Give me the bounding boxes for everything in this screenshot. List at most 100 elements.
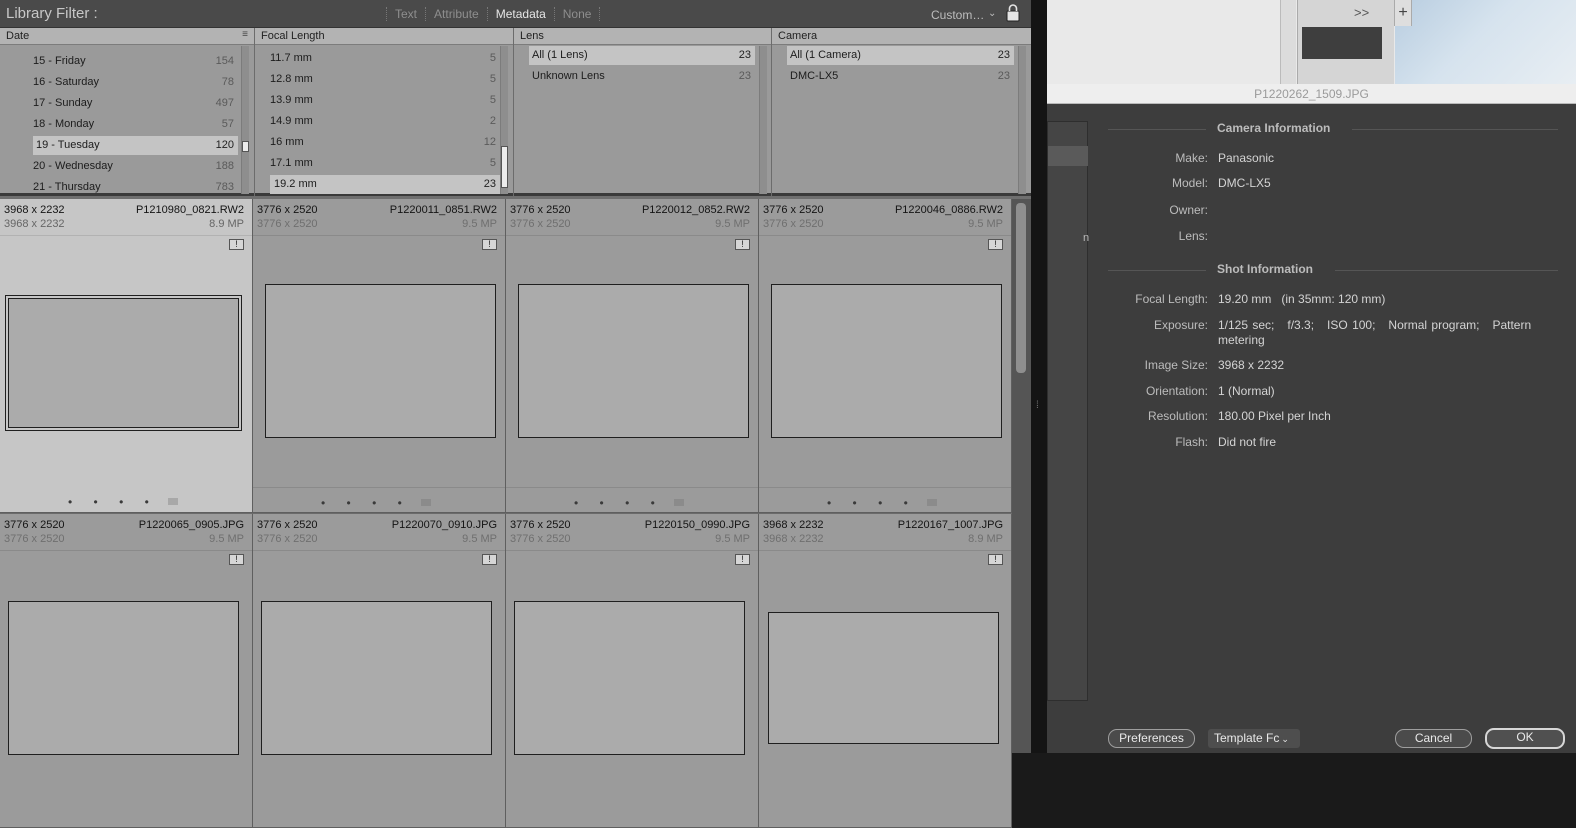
template-select[interactable]: Template Fc ⌄ — [1208, 729, 1300, 748]
lens-header-label: Lens — [520, 30, 544, 42]
filter-preset-dropdown[interactable]: Custom… — [931, 8, 984, 22]
warning-badge-icon[interactable]: ! — [735, 554, 750, 565]
tab-overflow-icon[interactable]: >> — [1354, 5, 1369, 20]
exposure-value: 1/125 sec; f/3.3; ISO 100; Normal progra… — [1218, 318, 1536, 347]
focal-row-selected[interactable]: 19.2 mm 23 — [270, 175, 500, 194]
warning-badge-icon[interactable]: ! — [988, 554, 1003, 565]
date-row[interactable]: 17 - Sunday 497 — [33, 94, 238, 113]
warning-badge-icon[interactable]: ! — [482, 239, 497, 250]
preferences-button[interactable]: Preferences — [1108, 729, 1195, 748]
cancel-button[interactable]: Cancel — [1395, 729, 1472, 748]
thumbnail-footer: • • • • • — [759, 487, 1011, 511]
warning-badge-icon[interactable]: ! — [988, 239, 1003, 250]
background-browser-strip: >> + — [1047, 0, 1576, 84]
camera-column: Camera All (1 Camera) 23 DMC-LX5 23 — [772, 28, 1031, 196]
date-row[interactable]: 15 - Friday 154 — [33, 52, 238, 71]
photo-thumbnail[interactable] — [768, 612, 999, 744]
focal-row[interactable]: 17.1 mm 5 — [270, 154, 500, 173]
lock-icon[interactable] — [1006, 4, 1020, 22]
camera-row-selected[interactable]: All (1 Camera) 23 — [787, 46, 1014, 65]
focal-length-column: Focal Length 11.7 mm 5 12.8 mm 5 13.9 mm 5 … — [255, 28, 514, 196]
date-row[interactable]: 21 - Thursday 783 — [33, 178, 238, 197]
warning-badge-icon[interactable]: ! — [735, 239, 750, 250]
photo-thumbnail[interactable] — [261, 601, 492, 755]
grid-scroll-thumb[interactable] — [1016, 203, 1026, 373]
focal-scrollbar[interactable] — [500, 46, 508, 194]
date-scroll-thumb[interactable] — [242, 141, 249, 152]
thumbnail-footer: • • • • • — [68, 495, 184, 509]
camera-column-header[interactable]: Camera — [772, 28, 1031, 45]
library-window: Library Filter : Text Attribute Metadata… — [0, 0, 1031, 828]
focal-scroll-thumb[interactable] — [501, 146, 508, 188]
photo-thumbnail[interactable] — [514, 601, 745, 755]
ok-button[interactable]: OK — [1485, 728, 1565, 749]
date-row[interactable]: 18 - Monday 57 — [33, 115, 238, 134]
camera-info-heading: Camera Information — [1217, 121, 1331, 135]
flash-value: Did not fire — [1218, 435, 1277, 449]
grid-cell[interactable]: 3776 x 2520 P1220012_0852.RW2 3776 x 2520… — [506, 199, 759, 513]
date-row-selected[interactable]: 19 - Tuesday 120 — [33, 136, 238, 155]
focal-row[interactable]: 16 mm 12 — [270, 133, 500, 152]
info-window: >> + P1220262_1509.JPG n Camera Informat… — [1047, 0, 1576, 753]
chevron-down-icon[interactable]: ⌄ — [988, 8, 996, 19]
grid-cell[interactable]: 3776 x 2520 P1220150_0990.JPG 3776 x 2520… — [506, 514, 759, 828]
lens-row-selected[interactable]: All (1 Lens) 23 — [529, 46, 755, 65]
photo-thumbnail[interactable] — [771, 284, 1002, 438]
focal-row[interactable]: 13.9 mm 5 — [270, 91, 500, 110]
lens-column-header[interactable]: Lens — [514, 28, 771, 45]
grid-scrollbar[interactable] — [1012, 199, 1031, 753]
thumbnail-grid: 3968 x 2232 P1210980_0821.RW2 3968 x 2232… — [0, 199, 1012, 828]
side-list[interactable]: n — [1047, 121, 1089, 701]
focal-row[interactable]: 12.8 mm 5 — [270, 70, 500, 89]
thumbnail-footer: • • • • • — [253, 487, 505, 511]
photo-thumbnail[interactable] — [5, 295, 242, 431]
pane-divider[interactable]: ⁞ — [1031, 0, 1047, 753]
info-panel: n Camera Information Make: Panasonic Mod… — [1047, 104, 1576, 753]
warning-badge-icon[interactable]: ! — [229, 554, 244, 565]
library-filter-title: Library Filter : — [6, 5, 98, 22]
badge-icon — [421, 499, 431, 506]
image-size-value: 3968 x 2232 — [1218, 358, 1285, 372]
warning-badge-icon[interactable]: ! — [482, 554, 497, 565]
lens-scrollbar[interactable] — [759, 46, 767, 194]
model-value: DMC-LX5 — [1218, 176, 1271, 190]
orientation-value: 1 (Normal) — [1218, 384, 1275, 398]
window-title: P1220262_1509.JPG — [1047, 84, 1576, 104]
library-filter-bar: Library Filter : Text Attribute Metadata… — [0, 0, 1031, 28]
grid-cell-selected[interactable]: 3968 x 2232 P1210980_0821.RW2 3968 x 2232… — [0, 199, 253, 513]
date-row[interactable]: 20 - Wednesday 188 — [33, 157, 238, 176]
filter-mode-none[interactable]: None — [553, 7, 601, 21]
resize-grip-icon[interactable]: ⁞ — [1036, 400, 1039, 411]
camera-row[interactable]: DMC-LX5 23 — [787, 67, 1014, 86]
badge-icon — [674, 499, 684, 506]
focal-row[interactable]: 14.9 mm 2 — [270, 112, 500, 131]
grid-cell[interactable]: 3776 x 2520 P1220046_0886.RW2 3776 x 2520… — [759, 199, 1012, 513]
filter-mode-metadata[interactable]: Metadata — [486, 7, 554, 21]
camera-scrollbar[interactable] — [1018, 46, 1026, 194]
resolution-value: 180.00 Pixel per Inch — [1218, 409, 1331, 423]
photo-thumbnail[interactable] — [265, 284, 496, 438]
date-column-header[interactable]: Date ≡ — [0, 28, 254, 45]
side-list-selected-item[interactable] — [1048, 146, 1088, 166]
filter-mode-attribute[interactable]: Attribute — [425, 7, 487, 21]
focal-row[interactable]: 11.7 mm 5 — [270, 49, 500, 68]
grid-cell[interactable]: 3776 x 2520 P1220070_0910.JPG 3776 x 2520… — [253, 514, 506, 828]
filter-modes: Text Attribute Metadata None — [386, 7, 601, 21]
focal-length-column-header[interactable]: Focal Length — [255, 28, 513, 45]
focal-length-value: 19.20 mm (in 35mm: 120 mm) — [1218, 292, 1386, 306]
filter-mode-text[interactable]: Text — [386, 7, 425, 21]
chevron-down-icon: ⌄ — [1281, 734, 1289, 744]
shot-info-heading: Shot Information — [1217, 262, 1313, 276]
new-tab-icon[interactable]: + — [1394, 0, 1412, 26]
column-menu-icon[interactable]: ≡ — [242, 29, 248, 40]
lens-row[interactable]: Unknown Lens 23 — [529, 67, 755, 86]
date-row[interactable]: 16 - Saturday 78 — [33, 73, 238, 92]
photo-thumbnail[interactable] — [8, 601, 239, 755]
date-scrollbar[interactable] — [241, 46, 249, 194]
grid-cell[interactable]: 3776 x 2520 P1220065_0905.JPG 3776 x 2520… — [0, 514, 253, 828]
grid-cell[interactable]: 3968 x 2232 P1220167_1007.JPG 3968 x 2232… — [759, 514, 1012, 828]
photo-thumbnail[interactable] — [518, 284, 749, 438]
warning-badge-icon[interactable]: ! — [229, 239, 244, 250]
grid-cell[interactable]: 3776 x 2520 P1220011_0851.RW2 3776 x 2520… — [253, 199, 506, 513]
camera-header-label: Camera — [778, 30, 818, 42]
